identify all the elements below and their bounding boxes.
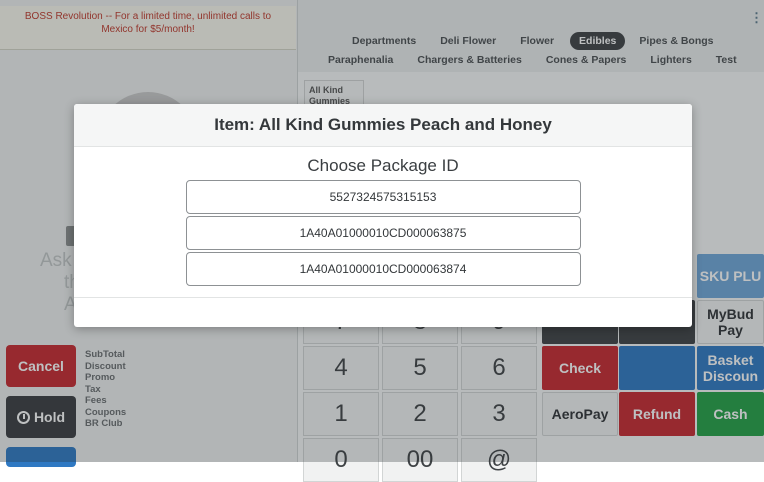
- modal-title: Item: All Kind Gummies Peach and Honey: [74, 104, 692, 147]
- package-id-option[interactable]: 1A40A01000010CD000063874: [185, 252, 581, 286]
- package-id-modal: Item: All Kind Gummies Peach and Honey C…: [74, 104, 692, 327]
- package-id-option[interactable]: 1A40A01000010CD000063875: [185, 216, 581, 250]
- modal-footer: [74, 297, 692, 327]
- modal-subtitle: Choose Package ID: [307, 156, 459, 175]
- pos-app: BOSS Revolution -- For a limited time, u…: [0, 0, 764, 482]
- package-id-option[interactable]: 5527324575315153: [185, 180, 581, 214]
